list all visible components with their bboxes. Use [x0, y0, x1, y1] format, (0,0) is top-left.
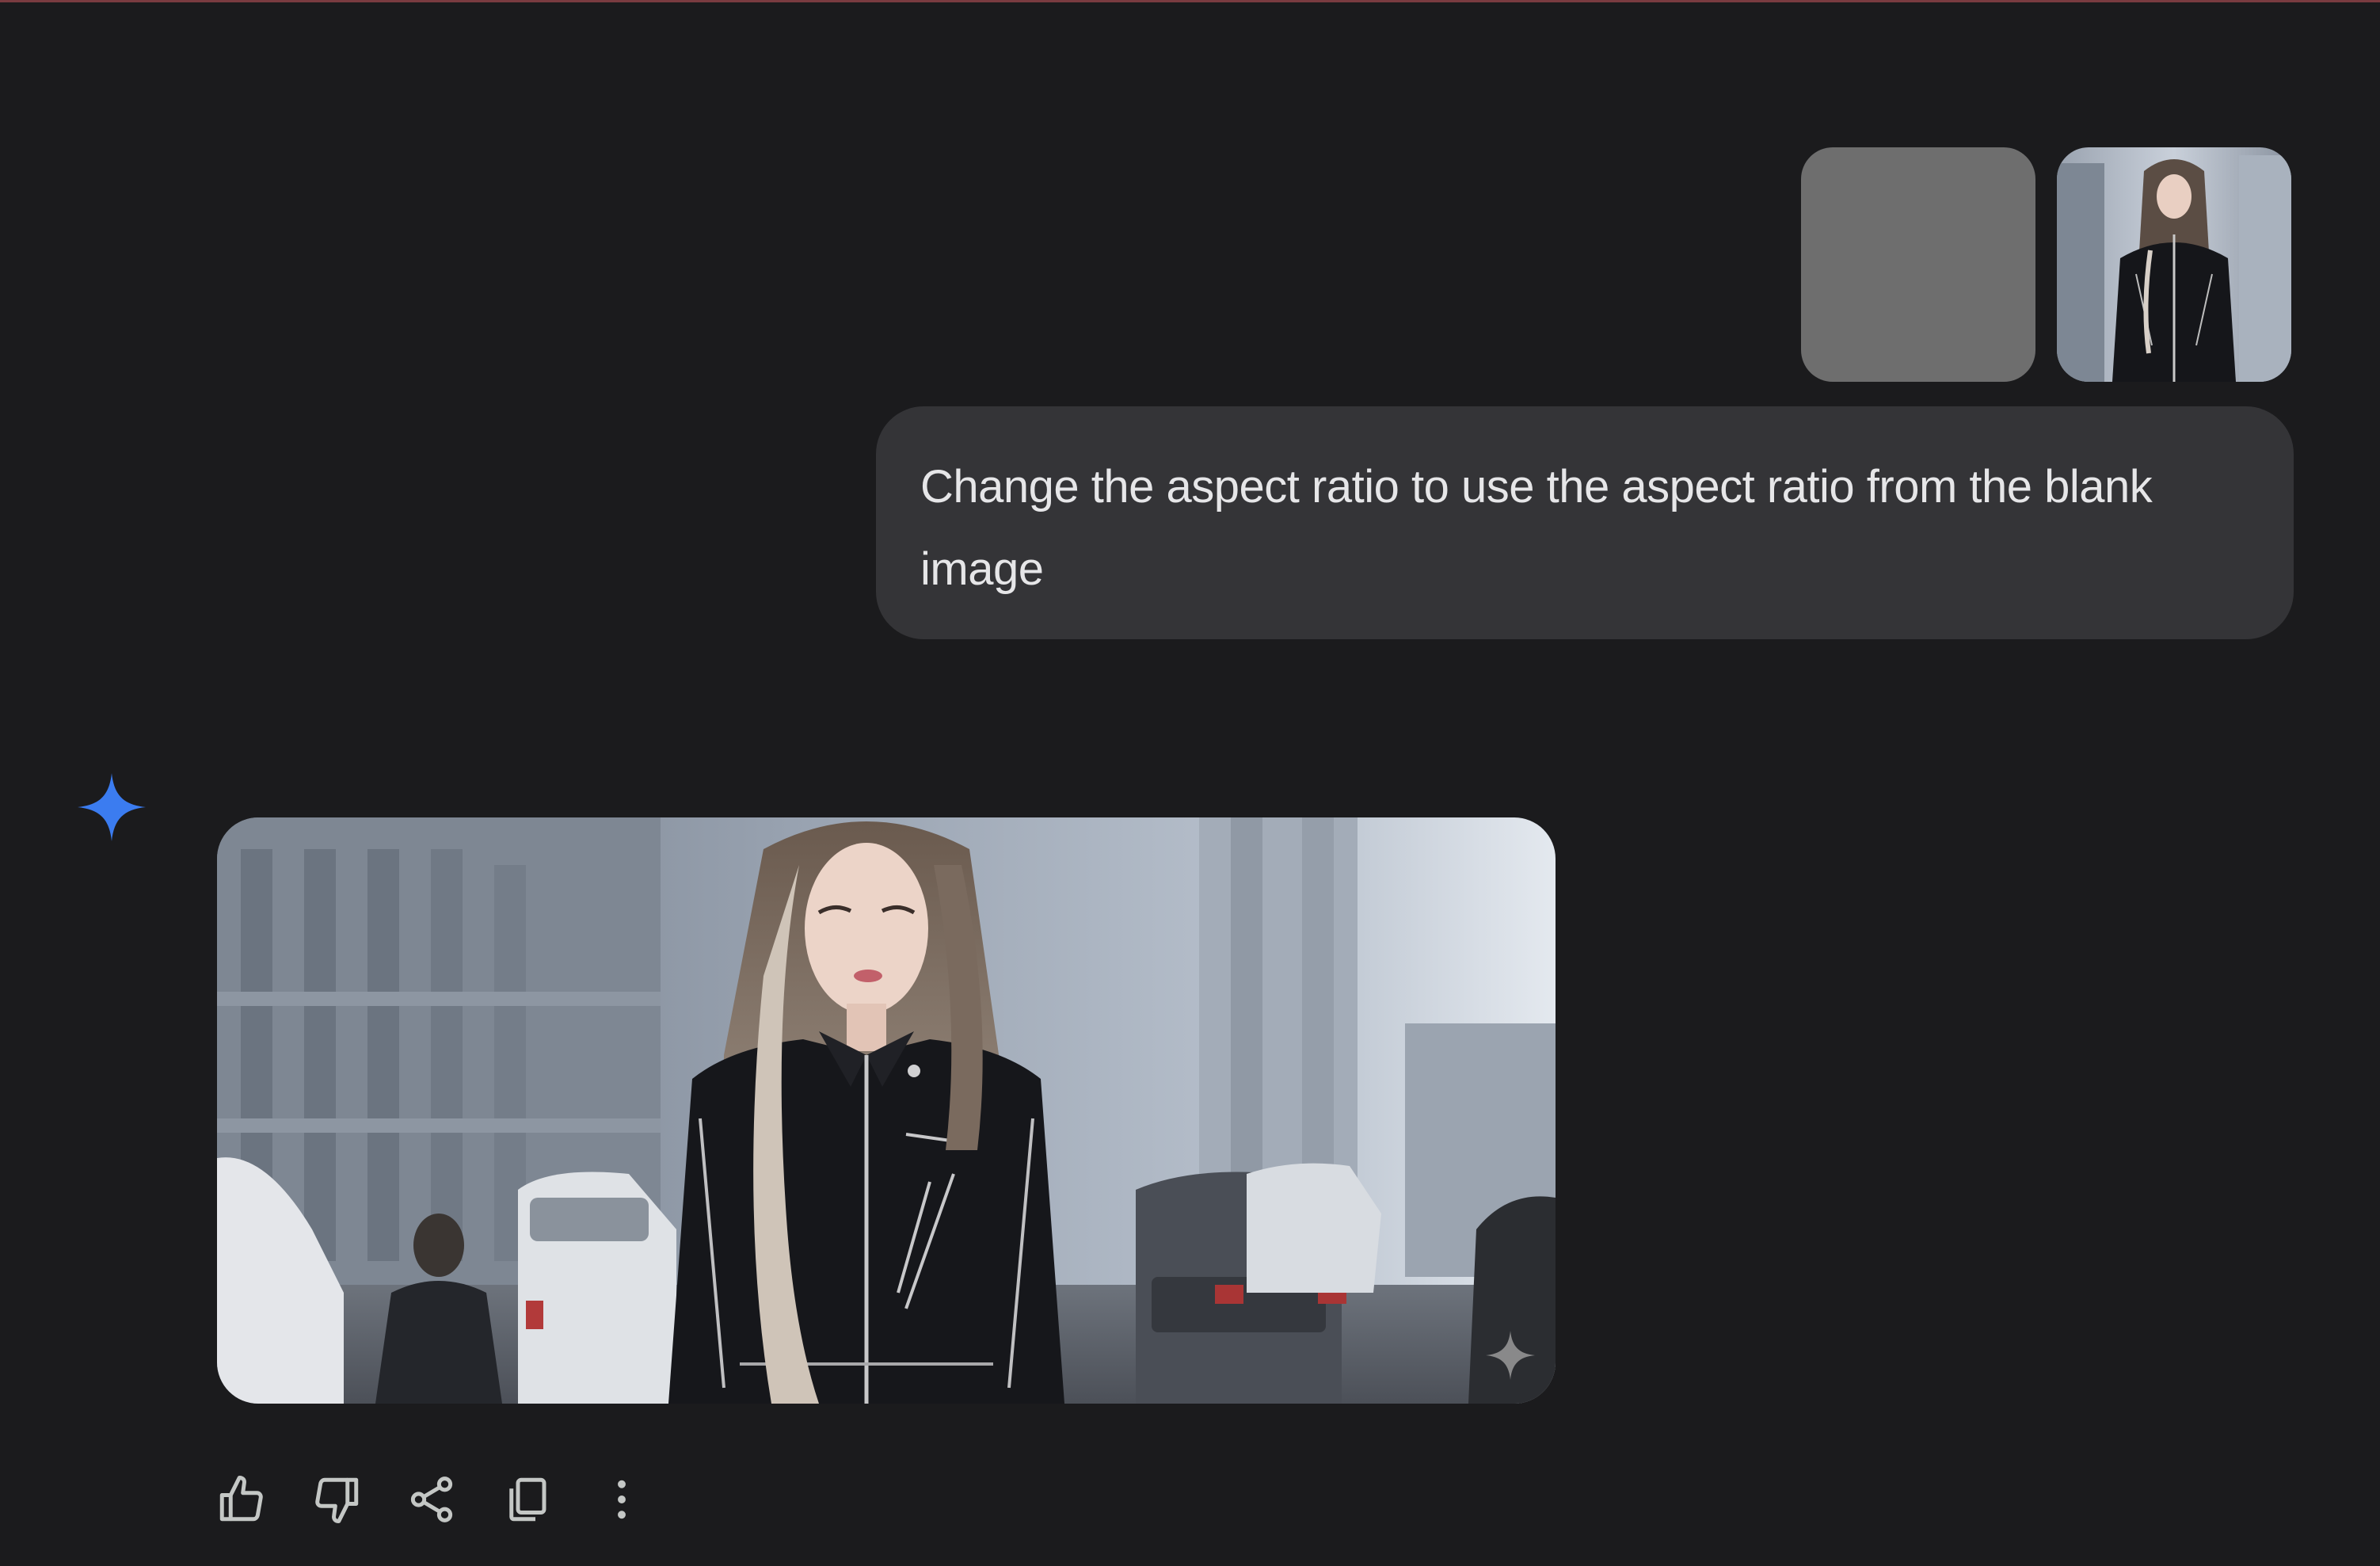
thumbs-down-icon [315, 1477, 359, 1523]
generated-image[interactable] [217, 817, 1556, 1404]
user-prompt-text: Change the aspect ratio to use the aspec… [920, 461, 2153, 595]
spark-watermark-icon [1486, 1331, 1535, 1380]
more-vert-icon [618, 1480, 626, 1519]
attachment-photo-thumbnail[interactable] [2057, 147, 2291, 382]
response-actions [212, 1472, 651, 1527]
user-prompt-bubble: Change the aspect ratio to use the aspec… [876, 406, 2294, 639]
thumbs-up-button[interactable] [212, 1472, 271, 1527]
thumbs-down-button[interactable] [307, 1472, 366, 1527]
copy-icon [509, 1477, 546, 1522]
copy-button[interactable] [497, 1472, 556, 1527]
thumbs-up-icon [219, 1476, 263, 1522]
share-button[interactable] [402, 1472, 461, 1527]
gemini-spark-icon [76, 772, 147, 843]
chat-view: Change the aspect ratio to use the aspec… [0, 0, 2380, 1566]
share-icon [410, 1476, 453, 1522]
attachment-blank-image[interactable] [1801, 147, 2035, 382]
window-top-edge [0, 0, 2380, 2]
more-options-button[interactable] [592, 1472, 651, 1527]
